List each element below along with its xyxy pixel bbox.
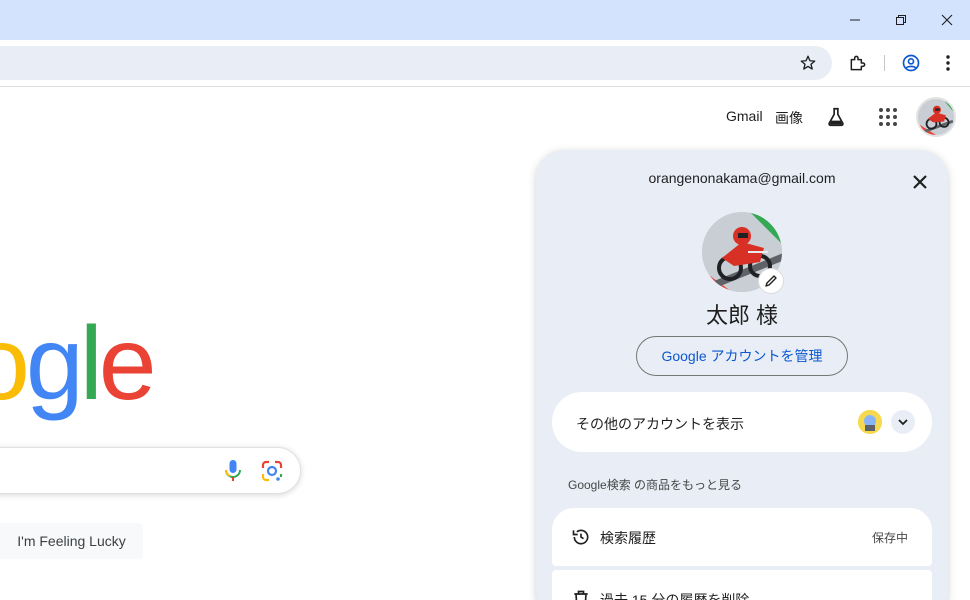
browser-toolbar xyxy=(0,40,970,87)
gmail-link[interactable]: Gmail xyxy=(726,108,763,124)
account-email: orangenonakama@gmail.com xyxy=(648,170,836,186)
close-window-button[interactable] xyxy=(924,0,970,40)
pencil-icon xyxy=(765,275,777,287)
extensions-icon[interactable] xyxy=(845,50,871,76)
close-icon xyxy=(913,175,927,189)
feeling-lucky-button[interactable]: I'm Feeling Lucky xyxy=(0,523,143,559)
trash-icon xyxy=(570,588,592,600)
delete-recent-history-label: 過去 15 分の履歴を削除 xyxy=(600,592,750,600)
minimize-button[interactable] xyxy=(832,0,878,40)
manage-account-button[interactable]: Google アカウントを管理 xyxy=(636,336,848,376)
search-history-status: 保存中 xyxy=(871,531,908,545)
google-logo: ogle xyxy=(0,306,157,422)
minimize-icon xyxy=(850,19,860,21)
window-titlebar xyxy=(0,0,970,40)
labs-flask-icon[interactable] xyxy=(824,105,848,129)
bookmark-star-icon[interactable] xyxy=(795,50,821,76)
other-account-avatar xyxy=(858,410,882,434)
close-icon xyxy=(941,14,953,26)
restore-button[interactable] xyxy=(878,0,924,40)
profile-icon[interactable] xyxy=(898,50,924,76)
address-bar[interactable] xyxy=(0,46,832,80)
more-menu-icon[interactable] xyxy=(935,50,961,76)
history-icon xyxy=(570,526,592,548)
delete-recent-history-item[interactable]: 過去 15 分の履歴を削除 xyxy=(552,570,932,600)
chevron-down-icon[interactable] xyxy=(891,410,915,434)
search-input[interactable] xyxy=(0,447,301,494)
other-accounts-label: その他のアカウントを表示 xyxy=(576,416,744,432)
account-name: 太郎 様 xyxy=(705,303,779,328)
restore-icon xyxy=(896,15,906,25)
google-lens-icon[interactable] xyxy=(260,459,284,483)
images-link[interactable]: 画像 xyxy=(775,108,803,128)
search-history-label: 検索履歴 xyxy=(600,530,656,546)
avatar-image xyxy=(918,99,954,135)
other-accounts-toggle[interactable]: その他のアカウントを表示 xyxy=(552,392,932,452)
section-title: Google検索 の商品をもっと見る xyxy=(568,478,743,492)
account-avatar-button[interactable] xyxy=(918,99,954,135)
account-panel: orangenonakama@gmail.com 太郎 様 Google アカウ… xyxy=(536,150,948,600)
edit-photo-button[interactable] xyxy=(758,268,784,294)
voice-search-mic-icon[interactable] xyxy=(221,459,245,483)
toolbar-separator xyxy=(884,55,885,71)
search-history-item[interactable]: 検索履歴 保存中 xyxy=(552,508,932,566)
apps-grid-icon[interactable] xyxy=(876,105,900,129)
close-panel-button[interactable] xyxy=(904,166,936,198)
